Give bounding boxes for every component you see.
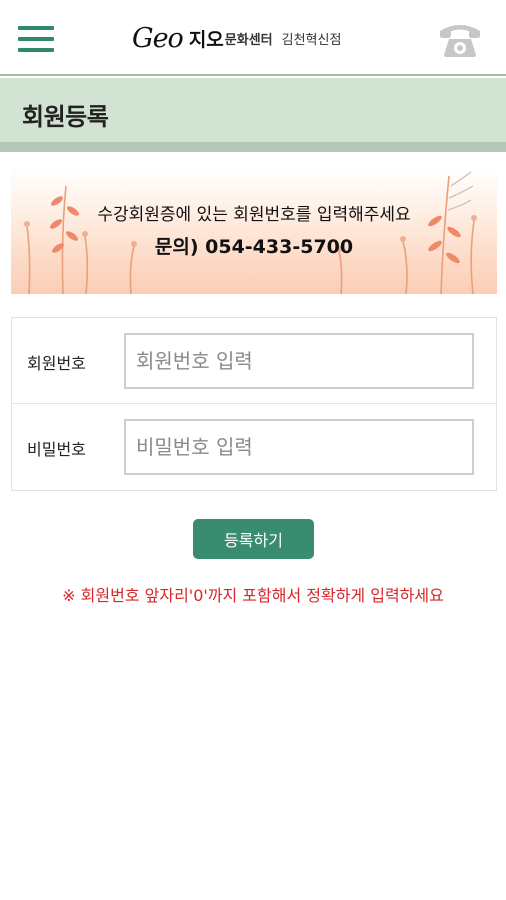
register-button[interactable]: 등록하기 xyxy=(193,519,314,559)
notice-text: ※ 회원번호 앞자리'0'까지 포함해서 정확하게 입력하세요 xyxy=(62,586,444,605)
telephone-icon[interactable] xyxy=(436,18,484,58)
page-title-bar: 회원등록 xyxy=(0,78,506,142)
hamburger-menu-icon[interactable] xyxy=(18,26,54,52)
title-divider xyxy=(0,142,506,152)
member-number-input[interactable] xyxy=(124,333,474,389)
info-banner: 수강회원증에 있는 회원번호를 입력해주세요 문의) 054-433-5700 xyxy=(11,166,497,294)
top-app-bar: Geo 지오 문화센터 김천혁신점 xyxy=(0,0,506,76)
password-input[interactable] xyxy=(124,419,474,475)
logo-name: 지오 xyxy=(188,28,224,51)
member-number-label: 회원번호 xyxy=(27,354,86,373)
page-title: 회원등록 xyxy=(22,103,109,131)
branch-name: 김천혁신점 xyxy=(281,32,342,48)
password-row: 비밀번호 xyxy=(12,404,496,490)
password-label: 비밀번호 xyxy=(27,440,86,459)
registration-form: 회원번호 비밀번호 xyxy=(11,317,497,491)
member-number-row: 회원번호 xyxy=(12,318,496,404)
geo-logo[interactable]: Geo 지오 문화센터 김천혁신점 xyxy=(132,22,341,54)
logo-subtitle: 문화센터 xyxy=(224,32,273,48)
banner-instruction: 수강회원증에 있는 회원번호를 입력해주세요 xyxy=(97,205,411,225)
banner-contact: 문의) 054-433-5700 xyxy=(154,236,354,258)
flower-decoration xyxy=(24,171,477,294)
logo-mark: Geo xyxy=(132,22,184,54)
